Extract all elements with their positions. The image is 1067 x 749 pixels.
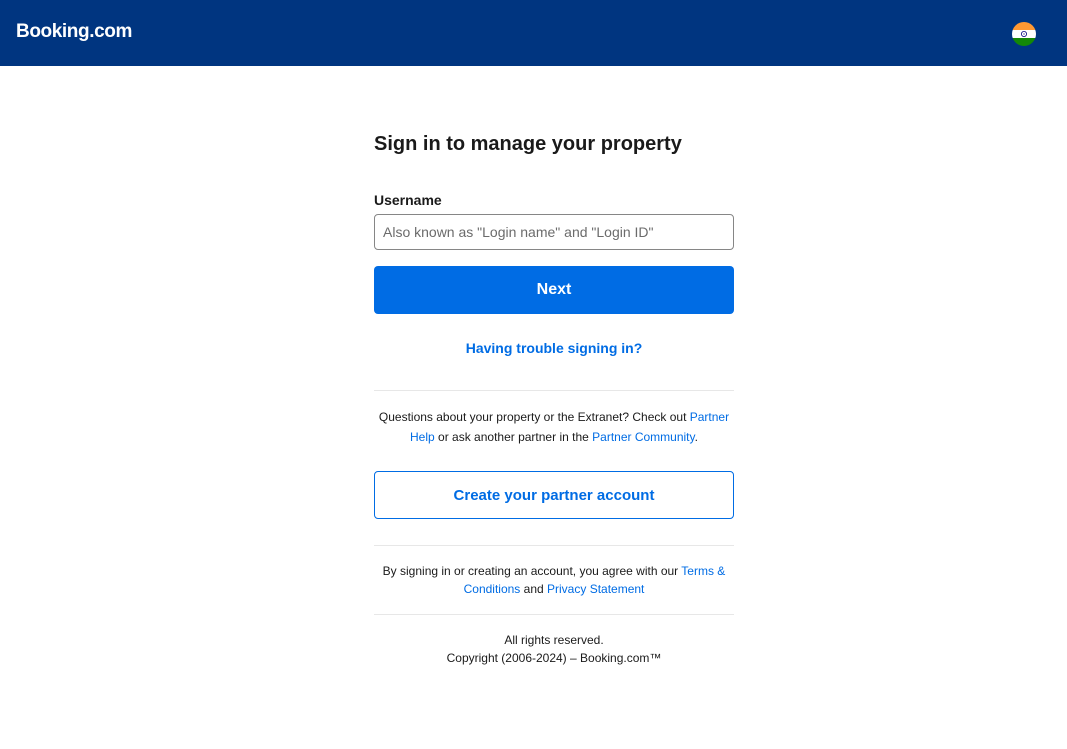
top-header: Booking.com (0, 0, 1067, 66)
help-text-part: or ask another partner in the (434, 430, 593, 444)
username-label: Username (374, 192, 442, 208)
divider (374, 614, 734, 615)
terms-text-part: and (520, 582, 548, 596)
help-text-part: Questions about your property or the Ext… (378, 410, 690, 424)
rights-text: All rights reserved. (504, 633, 604, 647)
divider (374, 545, 734, 546)
username-input[interactable] (374, 214, 734, 250)
help-text-part: . (694, 430, 698, 444)
booking-logo[interactable]: Booking.com (16, 21, 132, 43)
partner-help-text: Questions about your property or the Ext… (374, 407, 734, 447)
privacy-statement-link[interactable]: Privacy Statement (547, 582, 644, 596)
divider (374, 390, 734, 391)
next-button[interactable]: Next (374, 266, 734, 314)
partner-community-link[interactable]: Partner Community (592, 430, 694, 444)
copyright-text: Copyright (2006-2024) – Booking.com™ (446, 651, 662, 665)
trouble-signing-in-link[interactable]: Having trouble signing in? (374, 340, 734, 356)
footer: All rights reserved. Copyright (2006-202… (374, 631, 734, 667)
create-partner-account-button[interactable]: Create your partner account (374, 471, 734, 519)
page-title: Sign in to manage your property (374, 133, 682, 155)
terms-text-part: By signing in or creating an account, yo… (382, 564, 682, 578)
terms-text: By signing in or creating an account, yo… (374, 562, 734, 598)
india-flag-icon[interactable] (1012, 22, 1036, 46)
